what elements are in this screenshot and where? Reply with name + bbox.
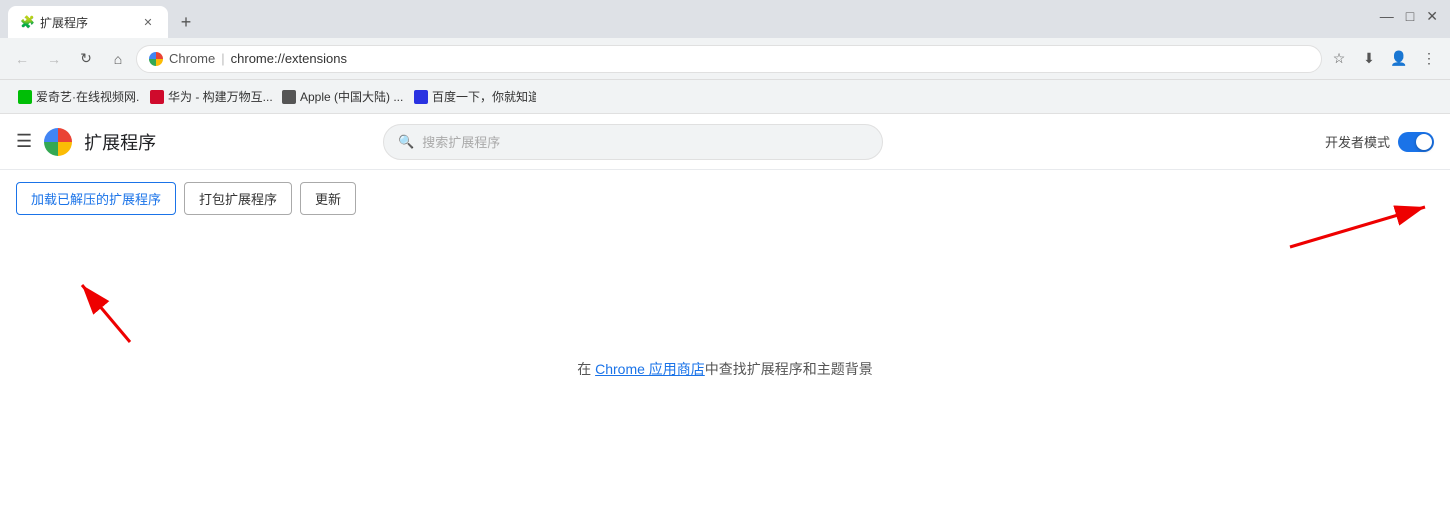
- chrome-store-link[interactable]: Chrome 应用商店: [595, 359, 705, 379]
- chrome-logo-small: [149, 52, 163, 66]
- search-icon: 🔍: [398, 134, 414, 150]
- bookmark-item-baidu[interactable]: 百度一下，你就知道: [406, 84, 536, 109]
- tab-title: 扩展程序: [40, 14, 134, 31]
- empty-state-suffix: 中查找扩展程序和主题背景: [705, 359, 873, 379]
- pack-extension-button[interactable]: 打包扩展程序: [184, 182, 292, 215]
- bookmark-item-apple[interactable]: Apple (中国大陆) ...: [274, 84, 404, 109]
- bookmark-item-iqiyi[interactable]: 爱奇艺·在线视频网...: [10, 84, 140, 109]
- update-button[interactable]: 更新: [300, 182, 356, 215]
- address-separator: |: [221, 51, 224, 66]
- bookmark-favicon-baidu: [414, 90, 428, 104]
- load-unpacked-button[interactable]: 加载已解压的扩展程序: [16, 182, 176, 215]
- bookmark-star-icon[interactable]: ☆: [1326, 46, 1352, 72]
- extensions-page: ☰ 扩展程序 🔍 搜索扩展程序 开发者模式 加载已解压的扩展程序 打包扩展程序: [0, 114, 1450, 510]
- bookmark-favicon-apple: [282, 90, 296, 104]
- profile-icon[interactable]: 👤: [1386, 46, 1412, 72]
- url-text: chrome://extensions: [231, 51, 347, 66]
- bookmark-favicon-huawei: [150, 90, 164, 104]
- minimize-button[interactable]: —: [1376, 6, 1398, 27]
- tab-close-button[interactable]: ✕: [140, 14, 156, 30]
- bookmark-label-apple: Apple (中国大陆) ...: [300, 88, 403, 105]
- reload-button[interactable]: ↻: [72, 45, 100, 73]
- search-bar: 🔍 搜索扩展程序: [383, 124, 883, 160]
- empty-state-prefix: 在: [577, 359, 591, 379]
- empty-state: 在 Chrome 应用商店 中查找扩展程序和主题背景: [0, 227, 1450, 510]
- bookmark-item-huawei[interactable]: 华为 - 构建万物互...: [142, 84, 272, 109]
- extensions-toolbar: 加载已解压的扩展程序 打包扩展程序 更新: [0, 170, 1450, 227]
- sidebar-menu-icon[interactable]: ☰: [16, 131, 32, 152]
- dev-mode-label: 开发者模式: [1325, 132, 1390, 151]
- dev-mode-toggle[interactable]: [1398, 132, 1434, 152]
- chrome-logo: [44, 128, 72, 156]
- active-tab[interactable]: 🧩 扩展程序 ✕: [8, 6, 168, 38]
- page-title: 扩展程序: [84, 129, 156, 155]
- page-wrapper: ☰ 扩展程序 🔍 搜索扩展程序 开发者模式 加载已解压的扩展程序 打包扩展程序: [0, 114, 1450, 510]
- chrome-scheme-label: Chrome: [169, 51, 215, 66]
- bookmarks-bar: 爱奇艺·在线视频网... 华为 - 构建万物互... Apple (中国大陆) …: [0, 80, 1450, 114]
- more-menu-icon[interactable]: ⋮: [1416, 46, 1442, 72]
- tab-favicon: 🧩: [20, 15, 34, 29]
- search-input[interactable]: 🔍 搜索扩展程序: [383, 124, 883, 160]
- bookmark-label-baidu: 百度一下，你就知道: [432, 88, 536, 105]
- bookmark-favicon-iqiyi: [18, 90, 32, 104]
- forward-button[interactable]: →: [40, 45, 68, 73]
- home-button[interactable]: ⌂: [104, 45, 132, 73]
- bookmark-label-huawei: 华为 - 构建万物互...: [168, 88, 272, 105]
- bookmark-label-iqiyi: 爱奇艺·在线视频网...: [36, 88, 140, 105]
- address-bar-actions: ☆ ⬇ 👤 ⋮: [1326, 46, 1442, 72]
- extensions-header: ☰ 扩展程序 🔍 搜索扩展程序 开发者模式: [0, 114, 1450, 170]
- maximize-button[interactable]: □: [1402, 6, 1418, 27]
- new-tab-button[interactable]: +: [172, 8, 200, 36]
- dev-mode-section: 开发者模式: [1325, 132, 1434, 152]
- address-bar: ← → ↻ ⌂ Chrome | chrome://extensions ☆ ⬇…: [0, 38, 1450, 80]
- close-window-button[interactable]: ✕: [1422, 6, 1442, 27]
- download-icon[interactable]: ⬇: [1356, 46, 1382, 72]
- url-input[interactable]: Chrome | chrome://extensions: [136, 45, 1322, 73]
- search-placeholder: 搜索扩展程序: [422, 132, 500, 151]
- back-button[interactable]: ←: [8, 45, 36, 73]
